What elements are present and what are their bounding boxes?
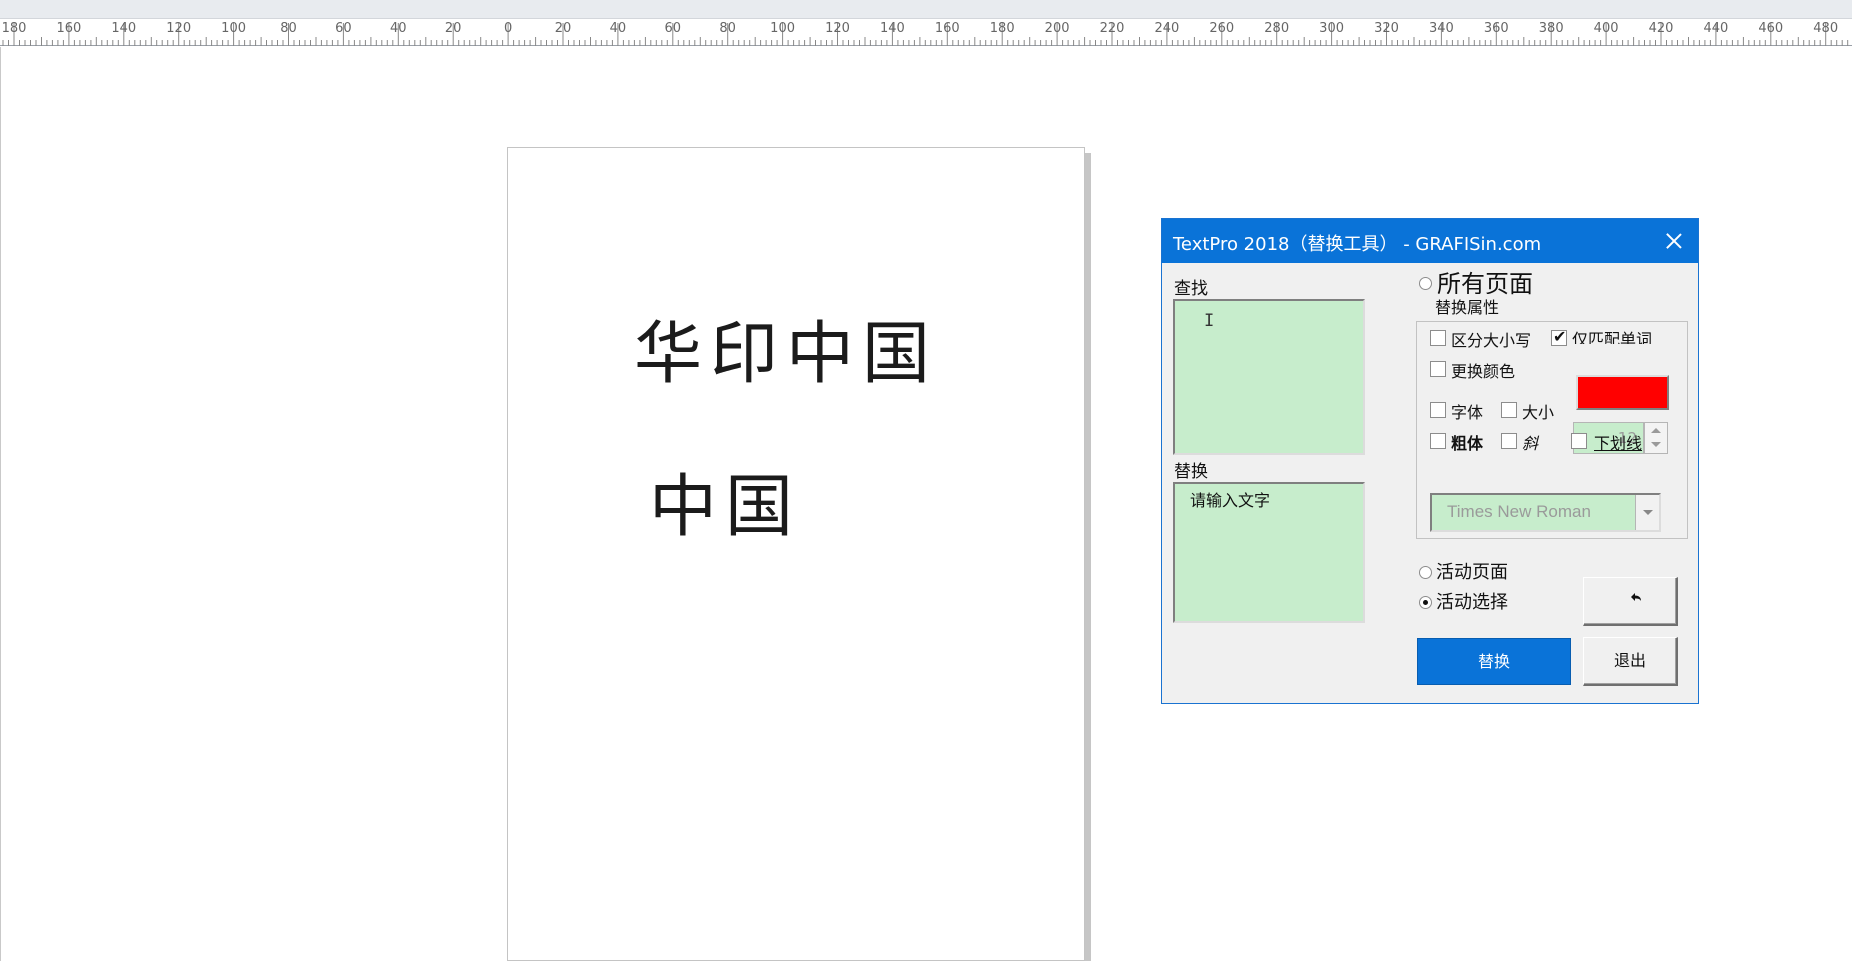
ruler-label: 140 [879, 21, 905, 36]
ruler-label: 280 [1264, 21, 1290, 36]
text-cursor-icon: I [1204, 311, 1215, 331]
checkbox-italic[interactable] [1501, 433, 1517, 449]
ruler-label: 200 [1044, 21, 1070, 36]
undo-arrow-icon [1631, 593, 1641, 601]
horizontal-ruler[interactable]: 180 160 140 120 100 80 60 40 20 0 20 40 60 80 100 120 14… [0, 19, 1852, 46]
radio-active-selection[interactable] [1419, 596, 1432, 609]
app-top-bar [0, 0, 1852, 19]
radio-all-pages[interactable] [1419, 277, 1432, 290]
ruler-label: 340 [1428, 21, 1454, 36]
checkbox-size[interactable] [1501, 402, 1517, 418]
italic-label[interactable]: 斜 [1522, 430, 1538, 454]
ruler-label: 80 [280, 21, 297, 36]
replace-textarea[interactable]: 请输入文字 [1173, 482, 1365, 623]
replace-button-label: 替换 [1477, 652, 1510, 671]
checkmark-icon: ✔ [1553, 327, 1567, 346]
radio-active-page[interactable] [1419, 566, 1432, 579]
ruler-label: 380 [1538, 21, 1564, 36]
ruler-label: 220 [1099, 21, 1125, 36]
size-stepper[interactable] [1644, 422, 1668, 454]
color-swatch-button[interactable] [1576, 375, 1669, 410]
ruler-label: 60 [664, 21, 682, 36]
ruler-label: 240 [1154, 21, 1180, 36]
checkbox-whole-word[interactable]: ✔ [1551, 327, 1567, 346]
checkbox-case-sensitive[interactable] [1430, 330, 1446, 346]
ruler-label: 480 [1813, 21, 1839, 36]
dialog-title-bar[interactable]: TextPro 2018（替换工具） - GRAFISin.com [1162, 219, 1698, 263]
ruler-label: 160 [934, 21, 960, 36]
document-text-line-1[interactable]: 华印中国 [634, 298, 938, 397]
ruler-label: 260 [1209, 21, 1235, 36]
find-label: 查找 [1174, 279, 1208, 299]
ruler-ticks [2, 23, 1849, 46]
ruler-label: 440 [1703, 21, 1729, 36]
exit-button-label: 退出 [1613, 651, 1646, 670]
find-textarea[interactable]: I [1173, 299, 1365, 455]
dialog-title: TextPro 2018（替换工具） - GRAFISin.com [1173, 234, 1542, 255]
underline-label[interactable]: 下划线 [1594, 430, 1642, 454]
ruler-label: 40 [609, 21, 627, 36]
active-page-label[interactable]: 活动页面 [1436, 558, 1508, 584]
textpro-replace-dialog: TextPro 2018（替换工具） - GRAFISin.com 查找 I 替… [1161, 218, 1699, 704]
ruler-label: 120 [166, 21, 192, 36]
case-sensitive-label[interactable]: 区分大小写 [1451, 327, 1531, 351]
ruler-label: 80 [719, 21, 736, 36]
ruler-label: 180 [1, 21, 27, 36]
ruler-label: 120 [825, 21, 850, 36]
whole-word-label[interactable]: 仅匹配单词 [1572, 326, 1652, 344]
ruler-label: 300 [1319, 21, 1345, 36]
ruler-label: 100 [221, 21, 247, 36]
ruler-label: 460 [1758, 21, 1784, 36]
ruler-label: 360 [1483, 21, 1509, 36]
replace-attributes-legend: 替换属性 [1431, 294, 1504, 318]
spin-down-icon[interactable] [1651, 442, 1661, 447]
ruler-label: 40 [390, 21, 407, 36]
exit-button[interactable]: 退出 [1583, 637, 1678, 686]
close-icon[interactable] [1662, 229, 1686, 253]
change-color-label[interactable]: 更换颜色 [1451, 358, 1515, 382]
replace-label: 替换 [1174, 462, 1208, 482]
ruler-label: 160 [56, 21, 82, 36]
size-label[interactable]: 大小 [1522, 399, 1554, 423]
font-family-value: Times New Roman [1447, 502, 1591, 521]
ruler-label: 60 [335, 21, 352, 36]
workspace-left-edge [0, 47, 1, 961]
bold-label[interactable]: 粗体 [1451, 430, 1483, 454]
font-family-select[interactable]: Times New Roman [1430, 493, 1661, 532]
ruler-label: 20 [444, 21, 462, 36]
replace-placeholder: 请输入文字 [1190, 491, 1271, 510]
chevron-down-icon[interactable] [1635, 495, 1659, 530]
replace-button[interactable]: 替换 [1417, 638, 1571, 685]
spin-up-icon[interactable] [1651, 428, 1661, 433]
document-page[interactable]: 华印中国 中国 [507, 147, 1085, 961]
document-text-line-2[interactable]: 中国 [649, 451, 801, 550]
ruler-label: 180 [989, 21, 1015, 36]
ruler-label: 420 [1648, 21, 1674, 36]
checkbox-bold[interactable] [1430, 433, 1446, 449]
undo-button[interactable] [1583, 577, 1678, 626]
ruler-label: 400 [1593, 21, 1619, 36]
font-label[interactable]: 字体 [1451, 399, 1483, 423]
ruler-label: 140 [111, 21, 137, 36]
ruler-label: 0 [503, 21, 513, 36]
ruler-label: 320 [1374, 21, 1399, 36]
ruler-label: 20 [554, 21, 572, 36]
active-selection-label[interactable]: 活动选择 [1436, 588, 1508, 614]
checkbox-change-color[interactable] [1430, 361, 1446, 377]
checkbox-font[interactable] [1430, 402, 1446, 418]
checkbox-underline[interactable] [1571, 433, 1587, 449]
ruler-label: 100 [770, 21, 796, 36]
